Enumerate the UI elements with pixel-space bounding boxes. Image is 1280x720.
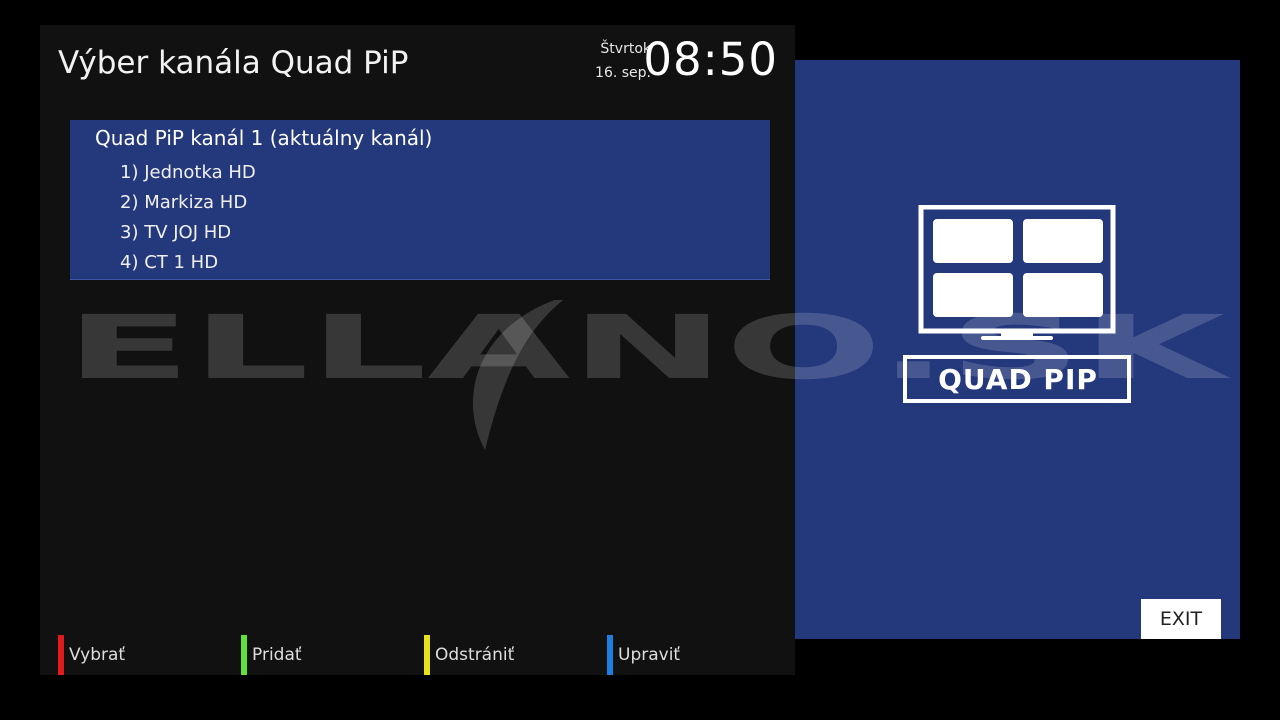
quad-pip-channel-group[interactable]: Quad PiP kanál 1 (aktuálny kanál) 1) Jed… bbox=[70, 120, 770, 280]
blue-key-icon bbox=[607, 635, 613, 675]
add-button-label: Pridať bbox=[252, 645, 302, 665]
preview-panel: QUAD PIP EXIT bbox=[795, 60, 1240, 639]
yellow-key-icon bbox=[424, 635, 430, 675]
edit-button-label: Upraviť bbox=[618, 645, 681, 665]
channel-group-title: Quad PiP kanál 1 (aktuálny kanál) bbox=[95, 126, 433, 150]
remove-button[interactable]: Odstrániť bbox=[424, 635, 514, 675]
channel-item[interactable]: 3) TV JOJ HD bbox=[120, 218, 256, 248]
add-button[interactable]: Pridať bbox=[241, 635, 302, 675]
channel-item[interactable]: 4) CT 1 HD bbox=[120, 248, 256, 278]
color-key-footer: Vybrať Pridať Odstrániť Upraviť bbox=[58, 635, 798, 675]
edit-button[interactable]: Upraviť bbox=[607, 635, 680, 675]
channel-item[interactable]: 2) Markiza HD bbox=[120, 188, 256, 218]
channel-item[interactable]: 1) Jednotka HD bbox=[120, 158, 256, 188]
channel-selection-panel: Výber kanála Quad PiP Štvrtok 16. sep. 0… bbox=[40, 25, 795, 675]
select-button-label: Vybrať bbox=[69, 645, 126, 665]
clock: 08:50 bbox=[643, 33, 778, 86]
channel-list: 1) Jednotka HD 2) Markiza HD 3) TV JOJ H… bbox=[120, 158, 256, 278]
exit-button[interactable]: EXIT bbox=[1141, 599, 1221, 639]
select-button[interactable]: Vybrať bbox=[58, 635, 125, 675]
quad-pip-logo-text: QUAD PIP bbox=[938, 362, 1098, 396]
page-title: Výber kanála Quad PiP bbox=[58, 45, 409, 81]
remove-button-label: Odstrániť bbox=[435, 645, 515, 665]
red-key-icon bbox=[58, 635, 64, 675]
green-key-icon bbox=[241, 635, 247, 675]
